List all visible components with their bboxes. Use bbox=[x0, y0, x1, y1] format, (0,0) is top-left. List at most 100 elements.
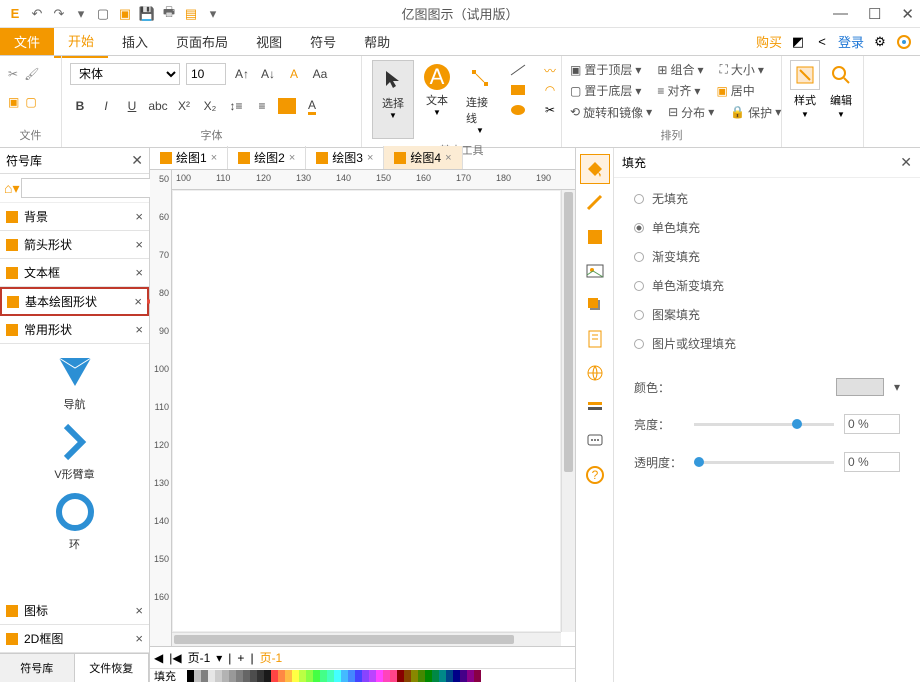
gear-icon[interactable]: ⚙ bbox=[872, 34, 888, 50]
hyperlink-tab-icon[interactable] bbox=[580, 358, 610, 388]
rotate-button[interactable]: ⟲ 旋转和镜像 ▾ bbox=[570, 104, 652, 121]
font-color-icon[interactable]: A bbox=[302, 95, 322, 117]
category-常用形状[interactable]: 常用形状× bbox=[0, 316, 149, 344]
brightness-slider[interactable] bbox=[694, 423, 834, 426]
rect-tool-icon[interactable] bbox=[508, 82, 528, 98]
new-icon[interactable]: ▢ bbox=[94, 5, 112, 23]
color-swatch[interactable] bbox=[208, 670, 215, 682]
share-icon[interactable]: < bbox=[814, 34, 830, 50]
underline-button[interactable]: U bbox=[122, 95, 142, 117]
case-icon[interactable]: Aa bbox=[310, 63, 330, 85]
subscript-button[interactable]: X₂ bbox=[200, 95, 220, 117]
color-swatch[interactable] bbox=[271, 670, 278, 682]
color-picker[interactable] bbox=[836, 378, 884, 396]
print-icon[interactable]: 🖶 bbox=[160, 5, 178, 23]
tab-start[interactable]: 开始 bbox=[54, 25, 108, 58]
color-swatch[interactable] bbox=[222, 670, 229, 682]
buy-link[interactable]: 购买 bbox=[756, 32, 782, 51]
color-swatch[interactable] bbox=[355, 670, 362, 682]
category-基本绘图形状[interactable]: 基本绘图形状× bbox=[0, 287, 149, 316]
center-button[interactable]: ▣ 居中 bbox=[716, 82, 754, 99]
color-swatch[interactable] bbox=[404, 670, 411, 682]
line-tool-icon[interactable] bbox=[508, 62, 528, 78]
tab-insert[interactable]: 插入 bbox=[108, 26, 162, 57]
panel-close-icon[interactable]: ✕ bbox=[131, 152, 143, 169]
edit-button[interactable]: 编辑 ▼ bbox=[826, 60, 856, 119]
page-name[interactable]: 页-1 bbox=[188, 649, 211, 666]
color-swatch[interactable] bbox=[257, 670, 264, 682]
doc-tab[interactable]: 绘图2× bbox=[228, 146, 306, 169]
style-button[interactable]: 样式 ▼ bbox=[790, 60, 820, 119]
highlight-icon[interactable] bbox=[278, 98, 296, 114]
color-swatch[interactable] bbox=[369, 670, 376, 682]
color-swatch[interactable] bbox=[467, 670, 474, 682]
bring-front-button[interactable]: ▣ 置于顶层 ▾ bbox=[570, 61, 641, 78]
color-swatch[interactable] bbox=[376, 670, 383, 682]
color-swatch[interactable] bbox=[264, 670, 271, 682]
color-swatch[interactable] bbox=[292, 670, 299, 682]
shadow-tab-icon[interactable] bbox=[580, 290, 610, 320]
comment-tab-icon[interactable] bbox=[580, 426, 610, 456]
image-tab-icon[interactable] bbox=[580, 256, 610, 286]
color-swatch[interactable] bbox=[285, 670, 292, 682]
color-swatch[interactable] bbox=[460, 670, 467, 682]
close-icon[interactable]: ✕ bbox=[901, 5, 914, 23]
redo-icon[interactable]: ↷ bbox=[50, 5, 68, 23]
tab-layout[interactable]: 页面布局 bbox=[162, 26, 242, 57]
category-背景[interactable]: 背景× bbox=[0, 203, 149, 231]
align-button[interactable]: ≡ 对齐 ▾ bbox=[657, 82, 700, 99]
font-size-input[interactable] bbox=[186, 63, 226, 85]
fill-option[interactable]: 单色渐变填充 bbox=[634, 277, 900, 294]
category-图标[interactable]: 图标× bbox=[0, 597, 149, 625]
color-swatch[interactable] bbox=[474, 670, 481, 682]
doc-tab[interactable]: 绘图1× bbox=[150, 146, 228, 169]
cloud-icon[interactable]: ◩ bbox=[790, 34, 806, 50]
color-swatch[interactable] bbox=[453, 670, 460, 682]
page-add-icon[interactable]: + bbox=[237, 651, 244, 665]
save-icon[interactable]: 💾 bbox=[138, 5, 156, 23]
page-dropdown-icon[interactable]: ▾ bbox=[216, 651, 222, 665]
color-swatch[interactable] bbox=[425, 670, 432, 682]
line-spacing-icon[interactable]: ↕≡ bbox=[226, 95, 246, 117]
ellipse-tool-icon[interactable] bbox=[508, 102, 528, 118]
shape-chevron[interactable]: V形臂章 bbox=[8, 422, 141, 482]
paste-icon[interactable]: ▣ bbox=[8, 95, 19, 109]
home-icon[interactable]: ⌂▾ bbox=[4, 180, 19, 197]
color-swatch[interactable] bbox=[411, 670, 418, 682]
color-swatch[interactable] bbox=[187, 670, 194, 682]
color-swatch[interactable] bbox=[446, 670, 453, 682]
color-swatch[interactable] bbox=[439, 670, 446, 682]
maximize-icon[interactable]: ☐ bbox=[868, 5, 881, 23]
color-swatch[interactable] bbox=[299, 670, 306, 682]
send-back-button[interactable]: ▢ 置于底层 ▾ bbox=[570, 82, 641, 99]
size-button[interactable]: ⛶ 大小 ▾ bbox=[720, 61, 764, 78]
tab-view[interactable]: 视图 bbox=[242, 26, 296, 57]
left-tab-library[interactable]: 符号库 bbox=[0, 654, 75, 682]
color-swatch[interactable] bbox=[390, 670, 397, 682]
curve-tool-icon[interactable]: 〰 bbox=[540, 62, 560, 78]
login-link[interactable]: 登录 bbox=[838, 32, 864, 51]
crop-tool-icon[interactable]: ✂ bbox=[540, 102, 560, 118]
category-箭头形状[interactable]: 箭头形状× bbox=[0, 231, 149, 259]
brush-icon[interactable]: 🖌 bbox=[24, 67, 39, 81]
distribute-button[interactable]: ⊟ 分布 ▾ bbox=[668, 104, 714, 121]
tab-help[interactable]: 帮助 bbox=[350, 26, 404, 57]
color-swatch[interactable] bbox=[432, 670, 439, 682]
open-icon[interactable]: ▣ bbox=[116, 5, 134, 23]
font-name-select[interactable]: 宋体 bbox=[70, 63, 180, 85]
horizontal-scrollbar[interactable] bbox=[172, 632, 561, 646]
transparency-slider[interactable] bbox=[694, 461, 834, 464]
fill-option[interactable]: 图案填充 bbox=[634, 306, 900, 323]
category-2D框图[interactable]: 2D框图× bbox=[0, 625, 149, 653]
shape-nav[interactable]: 导航 bbox=[8, 352, 141, 412]
transparency-value[interactable]: 0 % bbox=[844, 452, 900, 472]
connector-tool[interactable]: 连接线 ▼ bbox=[460, 60, 500, 139]
color-swatch[interactable] bbox=[362, 670, 369, 682]
color-swatch[interactable] bbox=[341, 670, 348, 682]
left-tab-recovery[interactable]: 文件恢复 bbox=[75, 654, 150, 682]
group-button[interactable]: ⊞ 组合 ▾ bbox=[657, 61, 703, 78]
color-swatch[interactable] bbox=[236, 670, 243, 682]
canvas[interactable]: 100110120130140150160170180190 bbox=[172, 170, 575, 646]
color-swatch[interactable] bbox=[194, 670, 201, 682]
tab-symbol[interactable]: 符号 bbox=[296, 26, 350, 57]
